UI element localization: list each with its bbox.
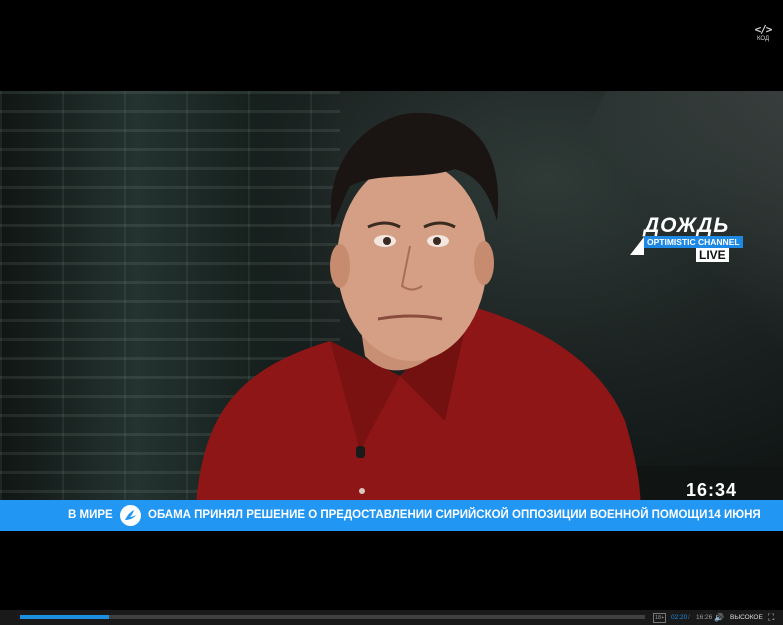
ticker-category: В МИРЕ: [68, 509, 113, 521]
interviewee-figure: [195, 112, 641, 521]
fullscreen-icon[interactable]: ⛶: [768, 610, 774, 625]
embed-code-button[interactable]: </> КОД: [751, 24, 775, 43]
player-controls: 18+ 02:20 / 16:26 🔊 ВЫСОКОЕ ⛶: [0, 610, 783, 625]
logo-wordmark: ДОЖДЬ: [644, 214, 730, 237]
news-ticker: В МИРЕ ОБАМА ПРИНЯЛ РЕШЕНИЕ О ПРЕДОСТАВЛ…: [0, 500, 783, 531]
logo-arrow-shape: [630, 237, 644, 255]
embed-code-label: КОД: [756, 36, 770, 42]
current-time: 02:20: [671, 614, 688, 621]
duration: 16:26: [696, 614, 713, 621]
age-rating-badge: 18+: [653, 613, 667, 623]
broadcast-clock: 16:34: [686, 480, 738, 500]
progress-fill: [20, 615, 110, 619]
speaker-icon[interactable]: 🔊: [714, 610, 724, 625]
logo-tagline: OPTIMISTIC CHANNEL: [644, 236, 743, 248]
video-frame[interactable]: ДОЖДЬ OPTIMISTIC CHANNEL LIVE: [0, 91, 783, 531]
ticker-date: 14 ИЮНЯ: [708, 509, 761, 521]
time-separator: /: [688, 614, 690, 621]
code-icon: </>: [754, 23, 773, 36]
ticker-headline: ОБАМА ПРИНЯЛ РЕШЕНИЕ О ПРЕДОСТАВЛЕНИИ СИ…: [148, 509, 708, 521]
quality-selector[interactable]: ВЫСОКОЕ: [730, 610, 763, 625]
live-badge: LIVE: [696, 248, 729, 262]
channel-logo: ДОЖДЬ OPTIMISTIC CHANNEL LIVE: [630, 214, 743, 263]
bird-icon: [120, 505, 141, 526]
progress-bar[interactable]: [20, 615, 645, 619]
